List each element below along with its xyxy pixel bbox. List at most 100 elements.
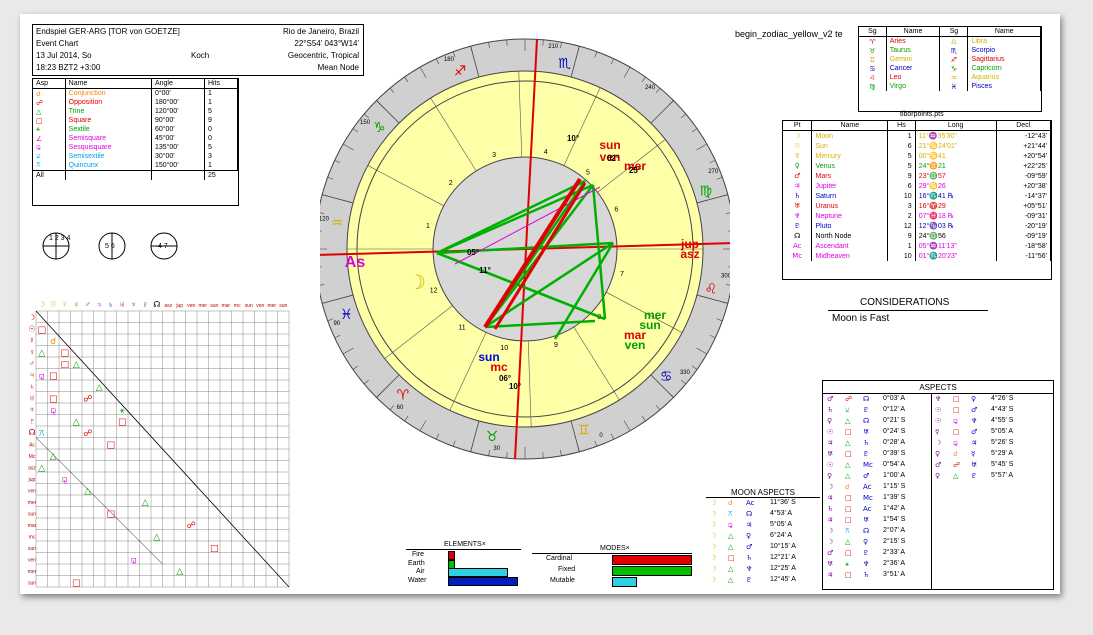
grid-row-label: mc — [29, 535, 36, 541]
grid-aspect-icon: △ — [84, 486, 91, 496]
element-bar — [448, 576, 518, 586]
planet-degree: 25° — [629, 166, 641, 175]
chart-title: Endspiel GER-ARG [TOR von GOETZE] — [36, 27, 180, 36]
aspect-sym: ⚼ — [33, 143, 66, 152]
moon-aspect-asp: △ — [728, 532, 734, 540]
file-label: begin_zodiac_yellow_v2 te — [735, 29, 843, 39]
aspect-table-row: ∠ Semisquare 45°00' 0 — [33, 134, 239, 143]
point-row: Ac Ascendant 1 05°♒11'13" -18°58' — [783, 241, 1052, 251]
points-header-cell: Decl — [996, 121, 1052, 131]
aspect-list-row: ☽ △ ♀ 2°15' S — [827, 538, 931, 549]
point-decl: -20°19' — [996, 221, 1052, 231]
house-number: 7 — [620, 271, 624, 278]
aspect-list-row: ☉ ⚼ ♆ 4°55' S — [935, 417, 1039, 428]
grid-aspect-icon: ⚼ — [131, 555, 137, 565]
grid-row-label: mer — [28, 500, 37, 506]
point-pt: Ac — [783, 241, 813, 251]
grid-aspect-icon: □ — [49, 371, 58, 381]
aspect-list-asp: □ — [845, 494, 852, 502]
aspect-list-b: ♇ — [863, 406, 870, 414]
planet-label: asz — [680, 247, 699, 261]
point-hs: 6 — [887, 181, 916, 191]
grid-col-label: ♇ — [142, 300, 148, 309]
sign-s2: ♏ — [939, 46, 969, 55]
chart-time: 18:23 BZT2 +3:00 — [36, 63, 101, 72]
point-hs: 10 — [887, 251, 916, 261]
aspect-hits: 9 — [204, 116, 239, 125]
grid-row-label: sun — [28, 512, 36, 518]
grid-row-label: ♅ — [29, 394, 35, 403]
moon-aspect-val: 11°36' S — [770, 499, 796, 506]
sign-row: ♌ Leo ♒ Aquarius — [859, 73, 1041, 82]
point-row: Mc Midheaven 10 01°♏20'23" -11°56' — [783, 251, 1052, 261]
aspect-list-asp: □ — [953, 428, 960, 436]
sign-n2: Libra — [967, 36, 1041, 46]
sign-s1: ♋ — [859, 64, 887, 73]
aspect-table-header: Asp Name Angle Hits — [33, 79, 239, 89]
aspect-list-asp: ⚺ — [845, 406, 850, 414]
aspect-hits: 1 — [204, 161, 239, 171]
sign-n1: Virgo — [886, 82, 941, 91]
zodiac-sign-icon: ♈ — [397, 388, 410, 404]
moon-aspect-row: ☽ □ ♄ 12°21' A — [708, 554, 818, 565]
aspect-list-b: ♃ — [971, 439, 978, 447]
aspect-list-b: Ac — [863, 483, 872, 491]
aspect-list-val: 5°45' S — [991, 461, 1014, 468]
moon-aspect-asp: ☌ — [728, 499, 733, 507]
grid-col-label: ☊ — [153, 300, 160, 309]
aspect-hits: 5 — [204, 143, 239, 152]
mode-label: Cardinal — [546, 555, 573, 562]
moon-aspect-asp: ⚻ — [728, 510, 733, 518]
point-decl: +05°51' — [996, 201, 1052, 211]
aspect-list-asp: △ — [845, 439, 851, 447]
moon-glyph: ☽ — [710, 499, 717, 507]
aspect-name: Sextile — [65, 125, 152, 134]
aspect-name: Square — [65, 116, 152, 125]
moon-aspect-b: ♆ — [746, 565, 753, 573]
aspect-list-row: ♄ ⚺ ♇ 0°12' A — [827, 406, 931, 417]
aspect-list-b: ♇ — [971, 472, 978, 480]
chart-header: Endspiel GER-ARG [TOR von GOETZE] Event … — [32, 24, 364, 76]
aspect-list-val: 2°15' S — [883, 538, 906, 545]
aspect-name: Conjunction — [65, 88, 152, 98]
aspect-list-val: 5°05' A — [991, 428, 1014, 435]
aspect-list-a: ♄ — [827, 406, 834, 414]
point-decl: -11°56' — [996, 251, 1052, 261]
aspect-hits: 1 — [204, 88, 239, 98]
point-name: North Node — [811, 231, 889, 241]
point-decl: -09°31' — [996, 211, 1052, 221]
aspect-table-row: ⚹ Sextile 60°00' 0 — [33, 125, 239, 134]
aspect-angle: 120°00' — [151, 107, 205, 116]
aspect-list-asp: △ — [845, 417, 851, 425]
point-decl: +22°25' — [996, 161, 1052, 171]
grid-col-label: sun — [279, 303, 287, 309]
grid-col-label: ♅ — [119, 300, 125, 309]
point-row: ♀ Venus 5 24°♊21 +22°25' — [783, 161, 1052, 171]
aspect-list-a: ☽ — [935, 439, 942, 447]
wheel-degree-label: 120 — [320, 217, 330, 223]
sign-n1: Cancer — [886, 64, 941, 73]
aspect-list-asp: ⚼ — [953, 417, 958, 425]
point-long: 16°♏41 ℞ — [915, 191, 997, 201]
aspect-list-row: ♀ △ ☊ 0°21' S — [827, 417, 931, 428]
grid-aspect-icon: △ — [176, 567, 183, 577]
aspect-list-row: ♃ □ ♄ 3°51' A — [827, 571, 931, 582]
grid-aspect-icon: ☌ — [50, 337, 56, 347]
aspect-list-val: 3°51' A — [883, 571, 906, 578]
aspect-list-b: ☊ — [863, 417, 870, 425]
planet-label: As — [345, 254, 366, 271]
aspect-list-val: 1°15' S — [883, 483, 906, 490]
grid-aspect-icon: △ — [73, 417, 80, 427]
points-header-cell: Hs — [887, 121, 916, 131]
moon-aspect-b: ♂ — [746, 543, 753, 551]
point-long: 23°♎57 — [915, 171, 997, 181]
moon-aspect-row: ☽ △ ♀ 6°24' A — [708, 532, 818, 543]
aspect-list-b: ♀ — [863, 538, 869, 546]
moon-aspect-val: 12°21' A — [770, 554, 796, 561]
aspect-list-a: ☿ — [935, 428, 940, 436]
planet-degree: 02° — [607, 154, 619, 163]
moon-aspect-row: ☽ △ ♂ 10°15' A — [708, 543, 818, 554]
grid-row-label: ♃ — [29, 371, 35, 380]
aspect-list-a: ♂ — [827, 549, 834, 557]
aspect-name: Semisextile — [65, 152, 152, 161]
